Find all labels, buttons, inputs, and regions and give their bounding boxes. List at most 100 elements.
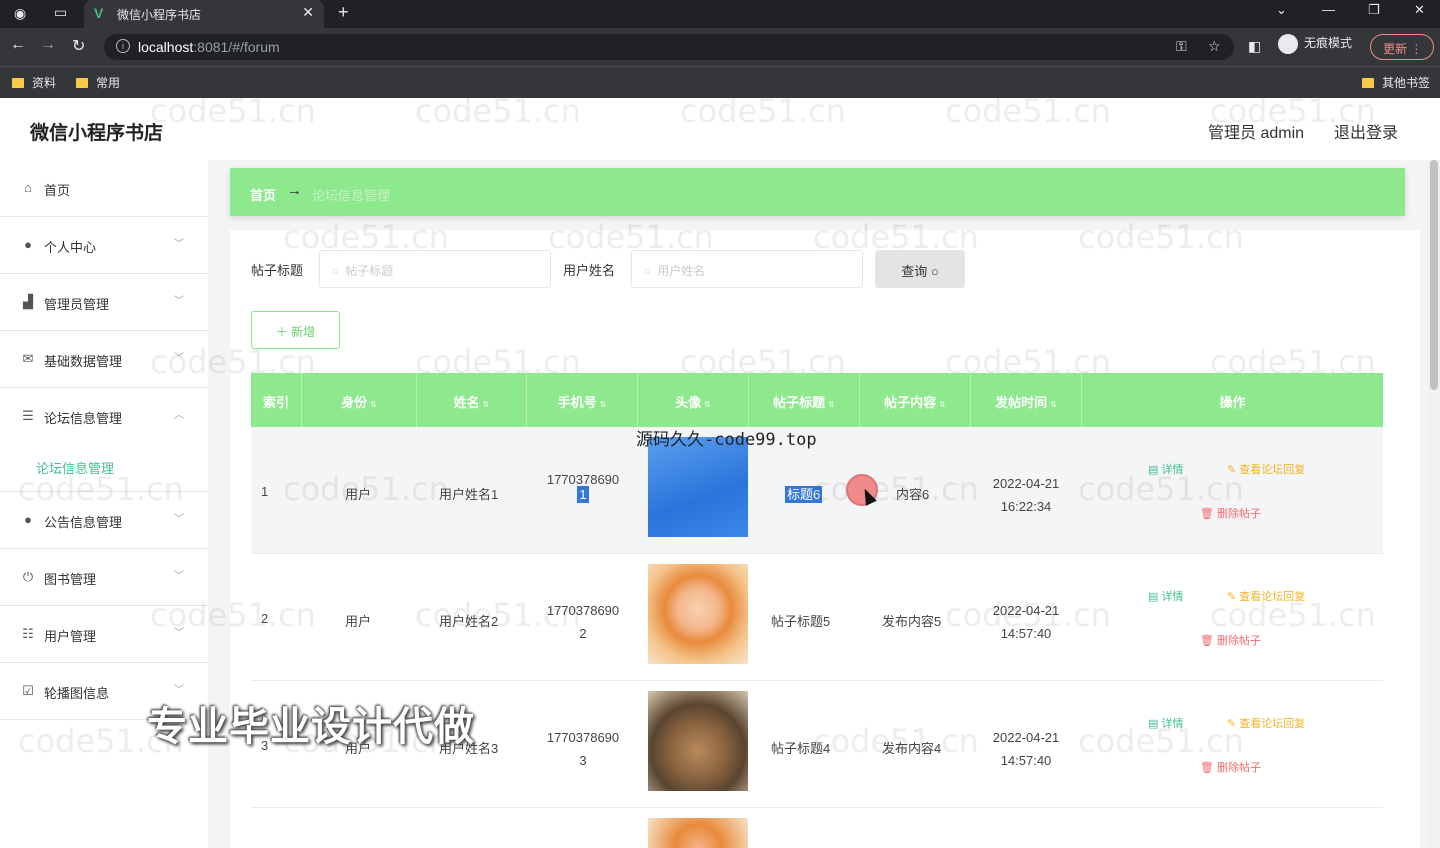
column-header[interactable]: 头像 ⇅ [638,373,749,427]
query-button[interactable]: 查询 ○ [875,250,965,288]
bookmark-folder-1[interactable]: 资料 [12,74,56,91]
chevron-down-icon: ﹀ [174,296,184,307]
user-search-input[interactable]: ○ 用户姓名 [631,250,863,288]
scrollbar-thumb[interactable] [1430,160,1438,390]
cell-phone: 1770378690 3 [546,730,620,768]
table-row [251,808,1383,848]
cell-role: 用户 [345,487,372,502]
detail-button[interactable]: ▤ 详情 [1148,461,1183,477]
bookmarks-bar: 资料 常用 其他书签 [0,66,1440,98]
table-row: 1 用户 用户姓名1 1770378690 1 标题6 内容6 2022-04-2… [251,427,1383,554]
delete-button[interactable]: 🗑 删除帖子 [1200,505,1261,521]
sidebar-item-label: 公告信息管理 [44,515,123,530]
breadcrumb-arrow-icon: → [287,182,302,199]
reload-button[interactable]: ↻ [72,36,85,56]
cell-title: 帖子标题4 [771,741,831,756]
cell-datetime: 2022-04-21 16:22:34 [992,476,1060,514]
key-icon[interactable]: ⚿ [1176,38,1187,55]
sidebar-item-admins[interactable]: ▟ 管理员管理 ﹀ [0,274,208,331]
title-filter-label: 帖子标题 [251,263,304,278]
site-info-icon[interactable]: i [116,39,130,53]
sidebar-item-profile[interactable]: ● 个人中心 ﹀ [0,217,208,274]
column-header[interactable]: 帖子内容 ⇅ [860,373,971,427]
view-replies-button[interactable]: ✎ 查看论坛回复 [1227,461,1305,477]
avatar-image [648,691,748,791]
sidebar-item-forum[interactable]: ☰ 论坛信息管理 ︿ [0,388,208,445]
sidebar-subitem-forum[interactable]: 论坛信息管理 [0,438,208,492]
sidebar-item-users[interactable]: ☷ 用户管理 ﹀ [0,606,208,663]
back-button[interactable]: ← [10,36,26,54]
column-header[interactable]: 姓名 ⇅ [417,373,527,427]
delete-button[interactable]: 🗑 删除帖子 [1200,632,1261,648]
restore-button[interactable]: ❐ [1368,2,1380,18]
column-header[interactable]: 帖子标题 ⇅ [749,373,860,427]
tab-close-icon[interactable]: ✕ [302,4,314,21]
cell-role: 用户 [345,614,372,629]
sidebar-item-label: 论坛信息管理 [44,411,123,426]
tab-search-icon[interactable]: ▭ [54,4,67,21]
avatar-image [648,818,748,848]
detail-button[interactable]: ▤ 详情 [1148,588,1183,604]
tab-list-icon[interactable]: ⌄ [1276,2,1287,18]
avatar-image [648,437,748,537]
column-header[interactable]: 发帖时间 ⇅ [971,373,1082,427]
admin-label: 管理员 admin [1208,125,1305,142]
chevron-down-icon: ﹀ [174,628,184,639]
forward-button[interactable]: → [40,36,56,54]
column-header[interactable]: 身份 ⇅ [302,373,417,427]
browser-logo-icon[interactable]: ◉ [14,5,26,22]
cell-index: 1 [261,484,269,499]
column-header[interactable]: 索引 [251,373,302,427]
page-scrollbar[interactable] [1428,160,1440,848]
delete-button[interactable]: 🗑 删除帖子 [1200,759,1261,775]
url-text: localhost:8081/#/forum [138,39,280,55]
sidebar-item-label: 轮播图信息 [44,686,110,701]
folder-icon [12,78,24,88]
column-header: 操作 [1219,395,1246,410]
incognito-indicator[interactable]: 无痕模式 [1278,34,1352,54]
sidepanel-icon[interactable]: ◧ [1248,38,1261,55]
sidebar-item-label: 用户管理 [44,629,97,644]
chevron-down-icon: ﹀ [174,353,184,364]
sliders-icon: ☷ [22,626,34,641]
tab-title: 微信小程序书店 [117,8,202,22]
detail-button[interactable]: ▤ 详情 [1148,715,1183,731]
chevron-down-icon: ﹀ [174,239,184,250]
cell-name: 用户姓名1 [439,487,499,502]
browser-tab[interactable]: V 微信小程序书店 ✕ [84,0,324,28]
column-header[interactable]: 手机号 ⇅ [527,373,638,427]
admin-icon: ▟ [23,294,33,309]
user-icon: ● [24,237,32,252]
title-search-input[interactable]: ○ 帖子标题 [319,250,551,288]
search-icon: ○ [930,264,939,279]
minimize-button[interactable]: — [1322,2,1335,17]
sidebar-item-notice[interactable]: ● 公告信息管理 ﹀ [0,492,208,549]
cell-phone: 1770378690 2 [546,603,620,641]
breadcrumb-home[interactable]: 首页 [250,185,276,204]
cell-datetime: 2022-04-21 14:57:40 [992,603,1060,641]
sidebar-item-label: 图书管理 [44,572,97,587]
url-input[interactable]: i localhost:8081/#/forum ⚿ ☆ [104,34,1234,60]
sidebar-item-label: 基础数据管理 [44,354,123,369]
address-bar: ← → ↻ i localhost:8081/#/forum ⚿ ☆ ◧ 无痕模… [0,28,1440,66]
table-row: 2 用户 用户姓名2 1770378690 2 帖子标题5 发布内容5 2022-… [251,554,1383,681]
chart-icon: ☑ [22,683,34,698]
view-replies-button[interactable]: ✎ 查看论坛回复 [1227,588,1305,604]
chevron-down-icon: ﹀ [174,514,184,525]
mail-icon: ✉ [22,351,34,366]
bookmark-folder-2[interactable]: 常用 [76,74,120,91]
view-replies-button[interactable]: ✎ 查看论坛回复 [1227,715,1305,731]
sidebar-item-label: 管理员管理 [44,297,110,312]
new-tab-button[interactable]: + [338,2,349,23]
other-bookmarks[interactable]: 其他书签 [1362,74,1430,91]
close-window-button[interactable]: ✕ [1414,2,1425,18]
add-button[interactable]: ＋ 新增 [251,311,340,349]
sidebar-item-home[interactable]: ⌂ 首页 [0,160,208,217]
logout-button[interactable]: 退出登录 [1334,119,1398,143]
app-header: 微信小程序书店 管理员 admin 退出登录 [0,98,1440,160]
update-button[interactable]: 更新 ⋮ [1370,34,1434,60]
bookmark-star-icon[interactable]: ☆ [1208,38,1221,55]
sidebar-item-books[interactable]: ⏻ 图书管理 ﹀ [0,549,208,606]
user-icon: ● [24,512,32,527]
sidebar-item-basedata[interactable]: ✉ 基础数据管理 ﹀ [0,331,208,388]
